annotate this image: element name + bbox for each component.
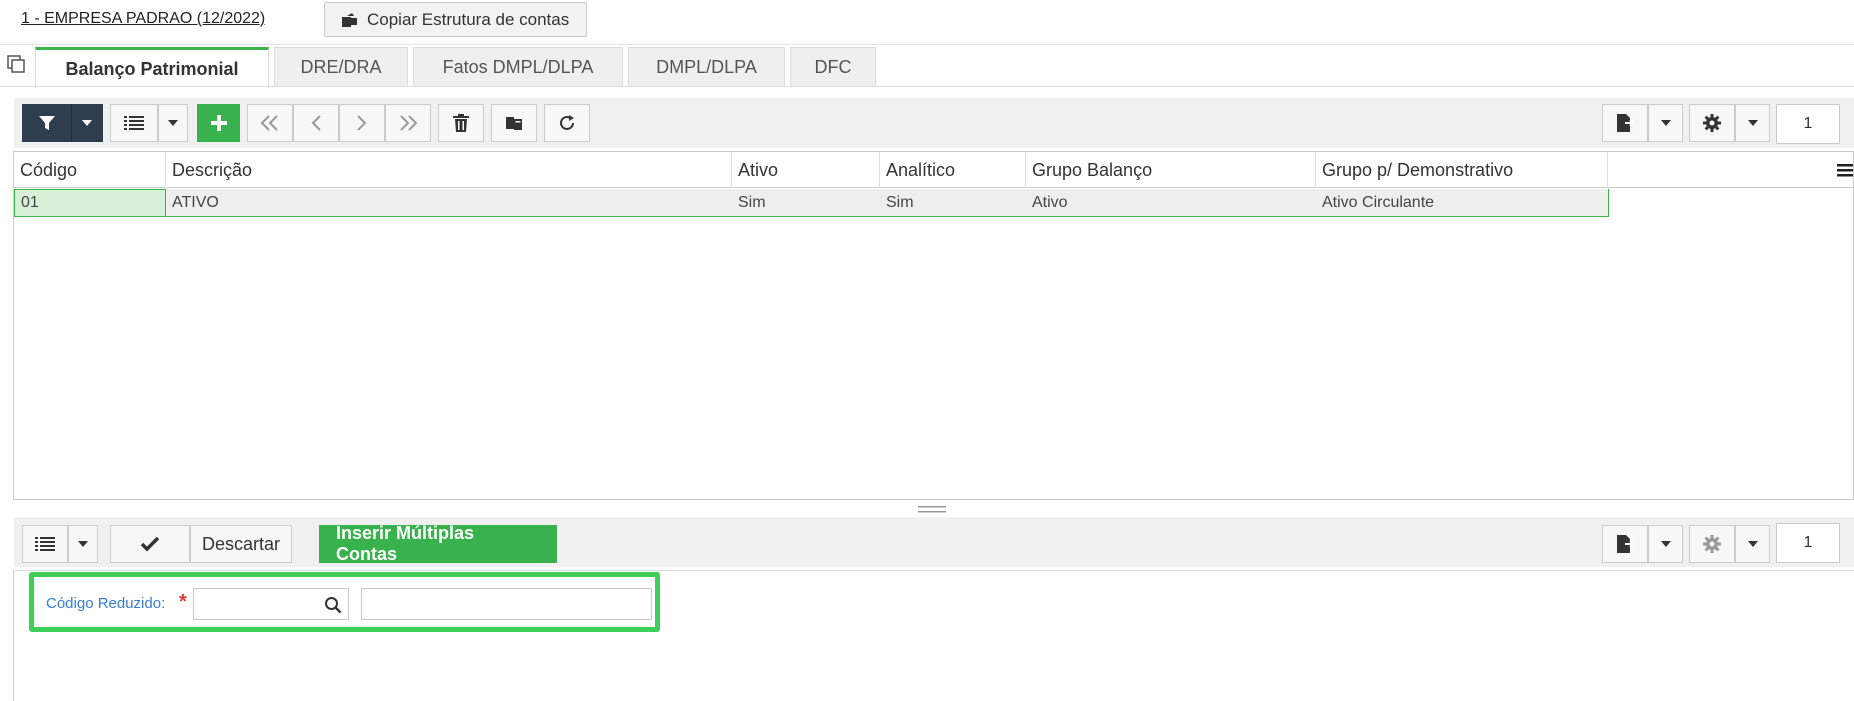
insert-multiple-accounts-button[interactable]: Inserir Múltiplas Contas	[319, 523, 557, 564]
settings-dropdown-button[interactable]	[1735, 104, 1770, 142]
form-page-number-input[interactable]: 1	[1776, 523, 1840, 563]
codigo-reduzido-label: Código Reduzido:	[46, 595, 166, 612]
column-header-grupo-balanco[interactable]: Grupo Balanço	[1026, 152, 1316, 188]
first-page-button[interactable]	[247, 104, 293, 142]
column-header-ativo[interactable]: Ativo	[732, 152, 880, 188]
confirm-button[interactable]	[110, 525, 190, 563]
delete-button[interactable]	[438, 104, 484, 142]
column-header-grupo-demonstrativo[interactable]: Grupo p/ Demonstrativo	[1316, 152, 1608, 188]
column-menu-icon[interactable]	[1837, 162, 1853, 178]
cell-codigo[interactable]: 01	[14, 189, 166, 217]
next-page-icon	[357, 115, 367, 131]
list-icon	[35, 537, 55, 551]
tab-label: DMPL/DLPA	[656, 57, 757, 77]
caret-down-icon	[1660, 541, 1671, 547]
gear-icon	[1703, 535, 1721, 553]
cell-grupo-demonstrativo[interactable]: Ativo Circulante	[1316, 189, 1608, 217]
required-marker: *	[179, 591, 187, 613]
grid-toolbar: 1	[14, 98, 1854, 148]
tab-dfc[interactable]: DFC	[790, 47, 876, 87]
filter-button[interactable]	[22, 104, 71, 142]
add-button[interactable]	[197, 104, 240, 142]
filter-icon	[38, 116, 55, 130]
tab-balanco-patrimonial[interactable]: Balanço Patrimonial	[35, 47, 269, 88]
search-icon[interactable]	[324, 596, 342, 614]
splitter-handle[interactable]	[918, 505, 946, 515]
tabs-top-divider	[0, 44, 1854, 45]
gear-icon	[1703, 114, 1721, 132]
caret-down-icon	[1747, 120, 1758, 126]
refresh-icon	[560, 115, 574, 130]
check-icon	[140, 536, 160, 552]
column-header-analitico[interactable]: Analítico	[880, 152, 1026, 188]
caret-down-icon	[1747, 541, 1758, 547]
prev-page-icon	[311, 115, 321, 131]
grid-header: Código Descrição Ativo Analítico Grupo B…	[14, 152, 1854, 188]
next-page-button[interactable]	[339, 104, 385, 142]
first-page-icon	[260, 115, 278, 131]
codigo-reduzido-input[interactable]	[193, 588, 349, 620]
form-export-button[interactable]	[1602, 525, 1648, 563]
tab-dmpl-dlpa[interactable]: DMPL/DLPA	[628, 47, 785, 87]
windows-icon[interactable]	[6, 54, 26, 74]
tab-label: Balanço Patrimonial	[65, 58, 239, 79]
cell-ativo[interactable]: Sim	[732, 189, 880, 217]
export-dropdown-button[interactable]	[1648, 104, 1683, 142]
duplicate-button[interactable]	[491, 104, 537, 142]
caret-down-icon	[82, 120, 92, 126]
export-button[interactable]	[1602, 104, 1648, 142]
copy-icon	[506, 117, 522, 130]
column-header-descricao[interactable]: Descrição	[166, 152, 732, 188]
company-title[interactable]: 1 - EMPRESA PADRAO (12/2022)	[21, 10, 265, 28]
form-list-button[interactable]	[22, 525, 68, 563]
trash-icon	[453, 114, 469, 132]
accounts-grid: Código Descrição Ativo Analítico Grupo B…	[13, 151, 1854, 500]
plus-icon	[210, 115, 227, 131]
list-view-dropdown-button[interactable]	[158, 104, 188, 142]
copy-accounts-icon	[342, 12, 357, 27]
table-row[interactable]: 01 ATIVO Sim Sim Ativo Ativo Circulante	[14, 189, 1609, 217]
caret-down-icon	[168, 120, 178, 126]
tabs-divider	[0, 86, 1854, 87]
filter-dropdown-button[interactable]	[71, 104, 103, 142]
cell-grupo-balanco[interactable]: Ativo	[1026, 189, 1316, 217]
settings-button[interactable]	[1689, 104, 1735, 142]
export-icon	[1617, 114, 1634, 132]
codigo-reduzido-field-group: Código Reduzido: *	[29, 572, 660, 632]
prev-page-button[interactable]	[293, 104, 339, 142]
export-icon	[1617, 535, 1634, 553]
tab-label: Fatos DMPL/DLPA	[442, 57, 594, 77]
form-export-dropdown-button[interactable]	[1648, 525, 1683, 563]
form-settings-dropdown-button[interactable]	[1735, 525, 1770, 563]
tab-label: DFC	[814, 57, 852, 77]
tab-dre-dra[interactable]: DRE/DRA	[274, 47, 408, 87]
refresh-button[interactable]	[544, 104, 590, 142]
last-page-icon	[400, 115, 418, 131]
form-settings-button[interactable]	[1689, 525, 1735, 563]
tab-label: DRE/DRA	[300, 57, 382, 77]
caret-down-icon	[78, 541, 88, 547]
last-page-button[interactable]	[385, 104, 431, 142]
copy-structure-button[interactable]: Copiar Estrutura de contas	[324, 2, 588, 37]
list-icon	[124, 116, 144, 130]
page-number-input[interactable]: 1	[1776, 104, 1840, 144]
header: 1 - EMPRESA PADRAO (12/2022) Copiar Estr…	[0, 0, 1854, 40]
caret-down-icon	[1660, 120, 1671, 126]
form-list-dropdown-button[interactable]	[68, 525, 98, 563]
cell-analitico[interactable]: Sim	[880, 189, 1026, 217]
codigo-reduzido-description-input[interactable]	[361, 588, 652, 620]
cell-descricao[interactable]: ATIVO	[166, 189, 732, 217]
list-view-button[interactable]	[110, 104, 158, 142]
discard-button[interactable]: Descartar	[190, 525, 292, 563]
column-header-codigo[interactable]: Código	[14, 152, 166, 188]
form-toolbar: Descartar Inserir Múltiplas Contas 1	[14, 517, 1854, 567]
copy-structure-label: Copiar Estrutura de contas	[367, 9, 570, 29]
tab-fatos-dmpl-dlpa[interactable]: Fatos DMPL/DLPA	[413, 47, 623, 87]
